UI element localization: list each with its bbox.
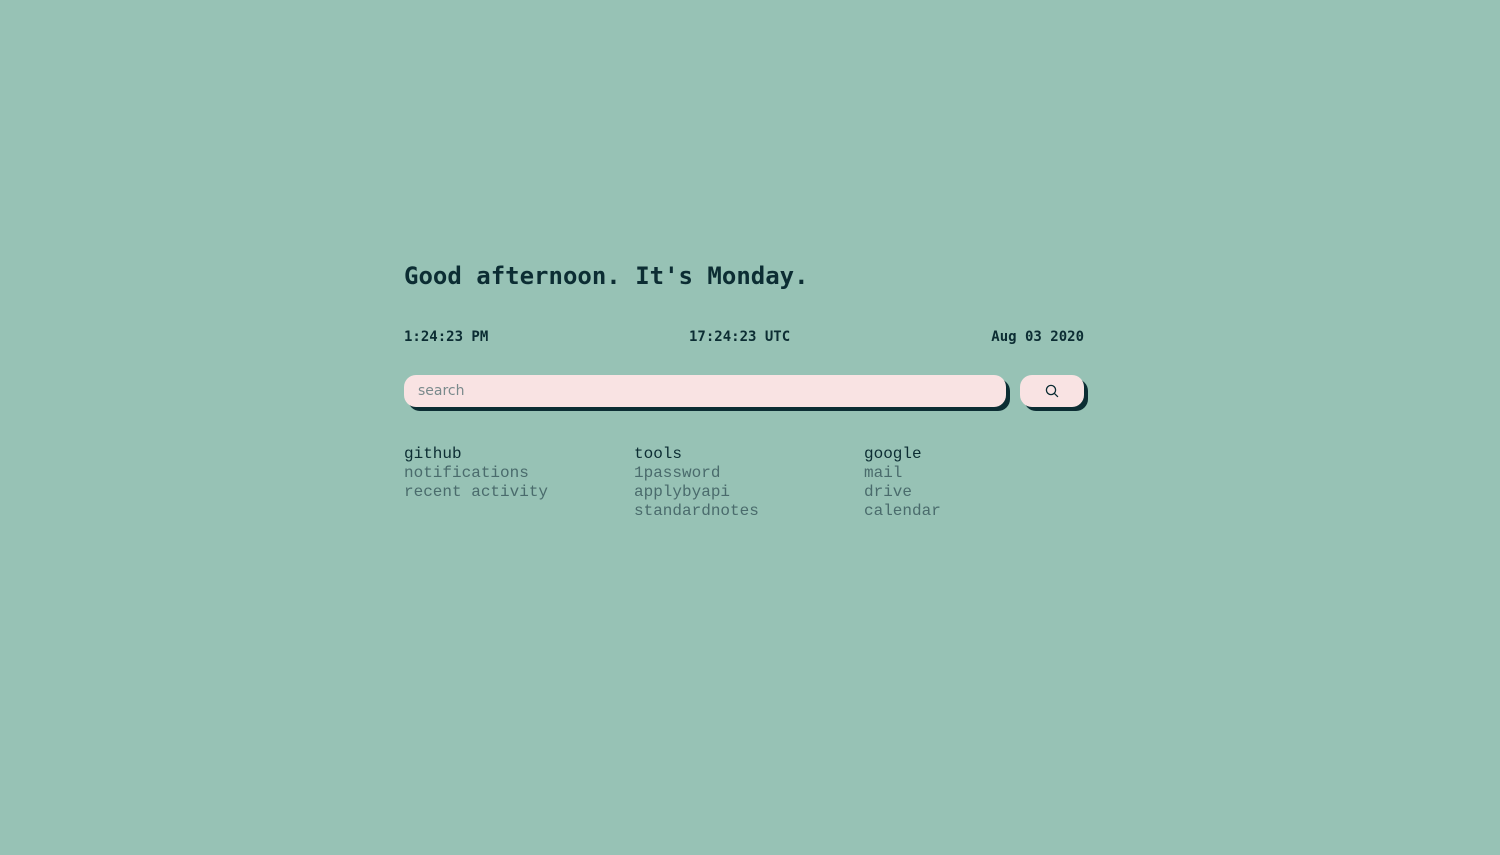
- current-date: Aug 03 2020: [991, 329, 1084, 345]
- link-group-google: google mail drive calendar: [864, 445, 1084, 521]
- link-group-title: google: [864, 445, 922, 463]
- search-input[interactable]: [404, 375, 1006, 407]
- link-calendar[interactable]: calendar: [864, 502, 1084, 521]
- link-mail[interactable]: mail: [864, 464, 1084, 483]
- link-group-title: tools: [634, 445, 683, 463]
- link-group-tools: tools 1password applybyapi standardnotes: [634, 445, 854, 521]
- start-page: Good afternoon. It's Monday. 1:24:23 PM …: [404, 258, 1084, 525]
- local-time: 1:24:23 PM: [404, 329, 489, 345]
- link-1password[interactable]: 1password: [634, 464, 854, 483]
- link-group-title: github: [404, 445, 462, 463]
- search-icon: [1045, 384, 1059, 398]
- greeting-heading: Good afternoon. It's Monday.: [404, 262, 809, 290]
- link-standardnotes[interactable]: standardnotes: [634, 502, 854, 521]
- link-group-github: github notifications recent activity: [404, 445, 624, 502]
- utc-time: 17:24:23 UTC: [689, 329, 791, 345]
- search-bar: [404, 375, 1084, 413]
- link-recent-activity[interactable]: recent activity: [404, 483, 624, 502]
- search-button[interactable]: [1020, 375, 1084, 407]
- link-groups: github notifications recent activity too…: [404, 445, 1084, 525]
- link-notifications[interactable]: notifications: [404, 464, 624, 483]
- link-applybyapi[interactable]: applybyapi: [634, 483, 854, 502]
- clock-row: 1:24:23 PM 17:24:23 UTC Aug 03 2020: [404, 328, 1084, 346]
- link-drive[interactable]: drive: [864, 483, 1084, 502]
